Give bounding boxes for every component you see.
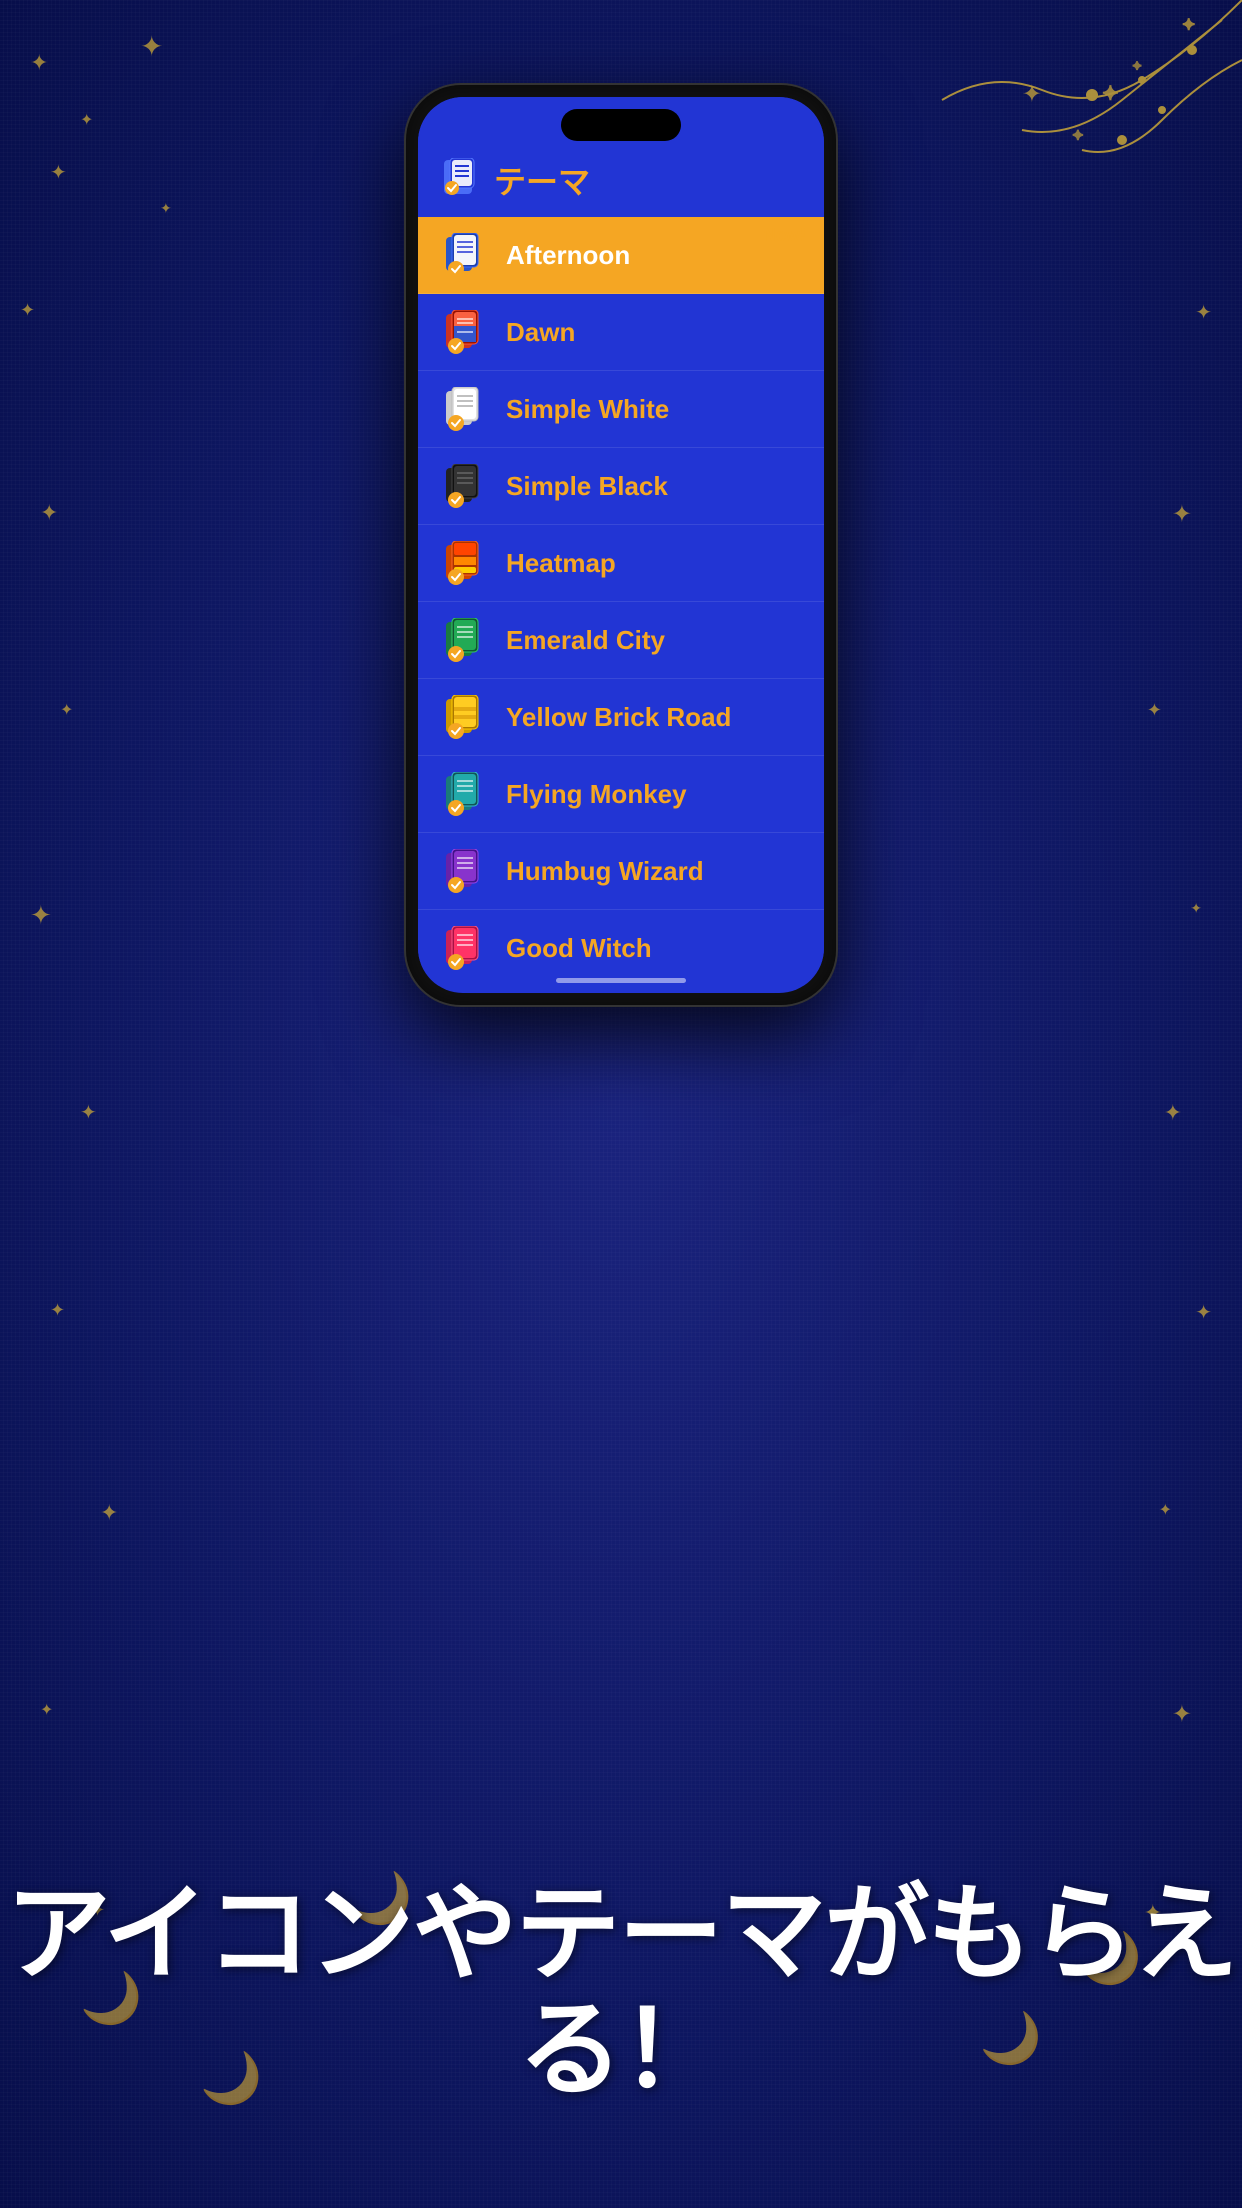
theme-label-humbug-wizard: Humbug Wizard bbox=[506, 856, 704, 887]
theme-icon-simple-white bbox=[442, 385, 490, 433]
theme-item-simple-white[interactable]: Simple White bbox=[418, 371, 824, 448]
bottom-promo-text: アイコンやテーマがもらえる！ bbox=[0, 1877, 1242, 2108]
svg-text:✦: ✦ bbox=[1132, 59, 1142, 73]
theme-icon-good-witch bbox=[442, 924, 490, 972]
phone-screen: テーマ bbox=[418, 97, 824, 993]
theme-item-humbug-wizard[interactable]: Humbug Wizard bbox=[418, 833, 824, 910]
phone-frame: テーマ bbox=[406, 85, 836, 1005]
theme-icon-flying-monkey bbox=[442, 770, 490, 818]
theme-label-simple-black: Simple Black bbox=[506, 471, 668, 502]
theme-icon-dawn bbox=[442, 308, 490, 356]
theme-icon-heatmap bbox=[442, 539, 490, 587]
theme-label-afternoon: Afternoon bbox=[506, 240, 630, 271]
theme-label-heatmap: Heatmap bbox=[506, 548, 616, 579]
theme-list[interactable]: Afternoon New! bbox=[418, 217, 824, 986]
phone-mockup: テーマ bbox=[406, 85, 836, 1005]
screen-title: テーマ bbox=[494, 157, 590, 203]
theme-item-good-witch[interactable]: Good Witch bbox=[418, 910, 824, 986]
dynamic-island bbox=[561, 109, 681, 141]
theme-item-afternoon[interactable]: Afternoon New! bbox=[418, 217, 824, 294]
home-indicator bbox=[556, 978, 686, 983]
theme-item-yellow-brick-road[interactable]: Yellow Brick Road bbox=[418, 679, 824, 756]
promo-text-content: アイコンやテーマがもらえる！ bbox=[0, 1877, 1242, 2108]
svg-text:✦: ✦ bbox=[1072, 127, 1084, 143]
vine-decoration: ✦ ✦ ✦ ✦ bbox=[842, 0, 1242, 300]
theme-label-dawn: Dawn bbox=[506, 317, 575, 348]
theme-label-simple-white: Simple White bbox=[506, 394, 669, 425]
new-badge-afternoon: New! bbox=[763, 225, 806, 246]
svg-text:✦: ✦ bbox=[1102, 83, 1119, 105]
theme-item-flying-monkey[interactable]: Flying Monkey bbox=[418, 756, 824, 833]
theme-label-flying-monkey: Flying Monkey bbox=[506, 779, 687, 810]
theme-icon-emerald-city bbox=[442, 616, 490, 664]
theme-icon-afternoon bbox=[442, 231, 490, 279]
theme-item-simple-black[interactable]: Simple Black bbox=[418, 448, 824, 525]
theme-item-dawn[interactable]: Dawn bbox=[418, 294, 824, 371]
theme-item-emerald-city[interactable]: Emerald City bbox=[418, 602, 824, 679]
theme-icon-humbug-wizard bbox=[442, 847, 490, 895]
theme-icon-simple-black bbox=[442, 462, 490, 510]
theme-label-emerald-city: Emerald City bbox=[506, 625, 665, 656]
theme-label-yellow-brick-road: Yellow Brick Road bbox=[506, 702, 731, 733]
theme-item-heatmap[interactable]: Heatmap bbox=[418, 525, 824, 602]
svg-text:✦: ✦ bbox=[1182, 17, 1195, 34]
theme-icon-yellow-brick-road bbox=[442, 693, 490, 741]
theme-label-good-witch: Good Witch bbox=[506, 933, 652, 964]
header-icon bbox=[442, 158, 480, 203]
